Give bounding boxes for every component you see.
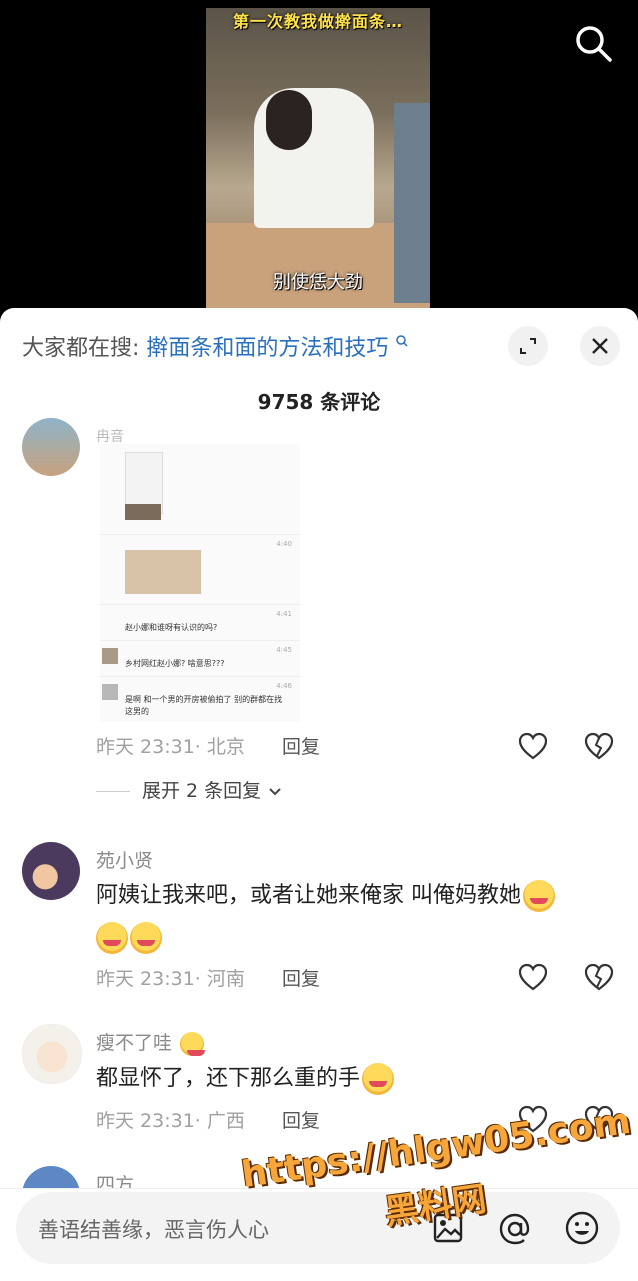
comment-screenshot-image[interactable]: 4:40 4:41 赵小娜和谁呀有认识的吗? 4:45 乡村网红赵小娜? 啥意思… bbox=[100, 444, 300, 722]
video-title: 第一次教我做擀面条… bbox=[232, 12, 403, 31]
emoji-icon bbox=[180, 1031, 206, 1056]
close-button[interactable] bbox=[580, 326, 620, 366]
emoji-icon bbox=[130, 922, 162, 954]
dislike-icon[interactable] bbox=[584, 732, 614, 760]
chat-row bbox=[100, 534, 300, 535]
chat-row bbox=[100, 604, 300, 605]
chat-time: 4:40 bbox=[276, 540, 292, 548]
chat-avatar bbox=[102, 684, 118, 700]
like-icon[interactable] bbox=[518, 963, 548, 991]
chat-line: 赵小娜和谁呀有认识的吗? bbox=[125, 623, 218, 632]
emoji-icon bbox=[523, 880, 555, 912]
comment-meta: 昨天 23:31· 广西 bbox=[96, 1110, 245, 1132]
chat-time: 4:45 bbox=[276, 646, 292, 654]
comment-text-body: 阿姨让我来吧，或者让她来俺家 叫俺妈教她 bbox=[96, 883, 521, 908]
search-icon bbox=[396, 335, 408, 347]
comment-username[interactable]: 瘦不了哇 bbox=[96, 1028, 206, 1056]
comment-input[interactable]: 善语结善缘，恶言伤人心 bbox=[16, 1192, 620, 1264]
chat-line: 乡村网红赵小娜? 啥意思??? bbox=[125, 659, 225, 668]
reply-button[interactable]: 回复 bbox=[282, 732, 320, 759]
comment-username-text: 瘦不了哇 bbox=[96, 1032, 173, 1054]
hot-search[interactable]: 大家都在搜: 擀面条和面的方法和技巧 bbox=[22, 330, 409, 362]
chat-thumbnail-photo bbox=[125, 504, 161, 520]
chat-row bbox=[100, 640, 300, 641]
hot-search-query[interactable]: 擀面条和面的方法和技巧 bbox=[146, 336, 388, 361]
like-icon[interactable] bbox=[518, 732, 548, 760]
avatar[interactable] bbox=[22, 418, 80, 476]
chat-line: 是啊 和一个男的开房被偷拍了 别的群都在找 bbox=[125, 695, 283, 704]
dislike-icon[interactable] bbox=[584, 963, 614, 991]
expand-replies-button[interactable]: 展开 2 条回复 bbox=[96, 776, 283, 803]
video-subtitle: 别使恁大劲 bbox=[273, 272, 363, 293]
search-button[interactable] bbox=[572, 22, 614, 64]
comment-input-placeholder: 善语结善缘，恶言伤人心 bbox=[38, 1218, 269, 1242]
comment-meta: 昨天 23:31· 北京 bbox=[96, 736, 245, 758]
video-player[interactable]: 第一次教我做擀面条… 别使恁大劲 bbox=[0, 0, 638, 320]
hot-search-prefix: 大家都在搜: bbox=[22, 336, 140, 361]
reply-button[interactable]: 回复 bbox=[282, 964, 320, 991]
expand-panel-button[interactable] bbox=[508, 326, 548, 366]
reply-button[interactable]: 回复 bbox=[282, 1106, 320, 1133]
close-icon bbox=[592, 338, 608, 354]
chat-row bbox=[100, 676, 300, 677]
comment-count: 9758 条评论 bbox=[257, 390, 381, 414]
search-icon bbox=[576, 26, 612, 62]
comment-username[interactable]: 冉音 bbox=[96, 426, 124, 446]
video-head bbox=[266, 90, 312, 150]
emoji-picker-icon[interactable] bbox=[564, 1210, 600, 1246]
comment-meta: 昨天 23:31· 河南 bbox=[96, 968, 245, 990]
chat-line: 这男的 bbox=[125, 707, 149, 716]
avatar[interactable] bbox=[22, 1024, 82, 1084]
chat-time: 4:41 bbox=[276, 610, 292, 618]
chevron-down-icon bbox=[269, 787, 281, 795]
comment-text: 阿姨让我来吧，或者让她来俺家 叫俺妈教她 bbox=[96, 875, 616, 959]
chat-photo bbox=[125, 550, 201, 594]
video-frame: 第一次教我做擀面条… 别使恁大劲 bbox=[206, 8, 430, 308]
divider bbox=[96, 791, 130, 792]
emoji-icon bbox=[96, 922, 128, 954]
comment-text: 都显怀了，还下那么重的手 bbox=[96, 1058, 616, 1100]
comment-text-body: 都显怀了，还下那么重的手 bbox=[96, 1066, 361, 1091]
avatar[interactable] bbox=[22, 842, 80, 900]
chat-avatar bbox=[102, 648, 118, 664]
chat-time: 4:46 bbox=[276, 682, 292, 690]
comment-username[interactable]: 苑小贤 bbox=[96, 846, 153, 873]
mention-icon[interactable] bbox=[498, 1212, 532, 1246]
emoji-icon bbox=[362, 1063, 395, 1095]
expand-icon bbox=[520, 338, 536, 354]
expand-replies-label: 展开 2 条回复 bbox=[142, 780, 262, 802]
